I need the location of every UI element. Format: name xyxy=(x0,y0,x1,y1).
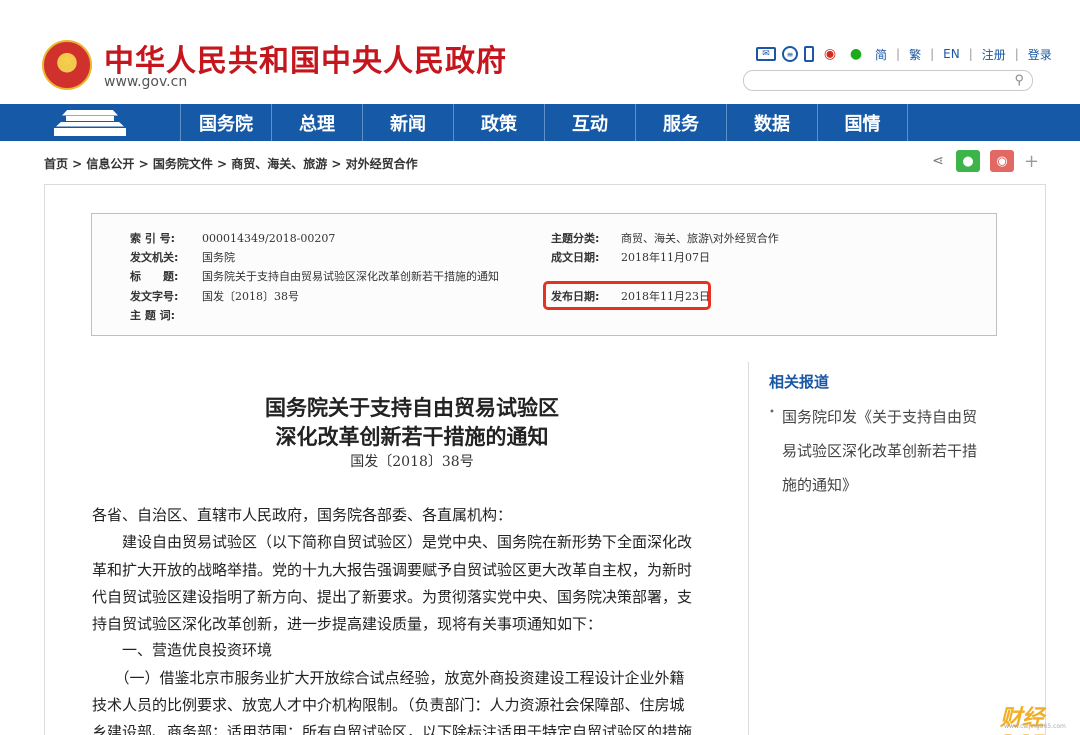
nav-home-logo[interactable] xyxy=(0,104,180,141)
breadcrumb[interactable]: 首页 > 信息公开 > 国务院文件 > 商贸、海关、旅游 > 对外经贸合作 xyxy=(44,155,418,172)
link-english[interactable]: EN xyxy=(940,47,963,61)
link-simplified[interactable]: 简 xyxy=(872,46,890,63)
main-nav: 国务院 总理 新闻 政策 互动 服务 数据 国情 xyxy=(0,104,1080,141)
article-title-line-2: 深化改革创新若干措施的通知 xyxy=(275,424,549,449)
separator: | xyxy=(1014,47,1019,61)
wechat-icon[interactable]: ● xyxy=(846,45,866,63)
weibo-share-button[interactable]: ◉ xyxy=(990,150,1014,172)
separator: | xyxy=(930,47,935,61)
link-traditional[interactable]: 繁 xyxy=(906,46,924,63)
tiananmen-icon xyxy=(54,109,126,136)
nav-item-premier[interactable]: 总理 xyxy=(271,104,362,141)
share-icon[interactable]: ⋖ xyxy=(930,153,946,169)
article-paragraph: 革和扩大开放的战略举措。党的十九大报告强调要赋予自贸试验区更大改革自主权，为新时 xyxy=(92,561,693,579)
top-tools: ✉ ≡ ◉ ● 简 | 繁 | EN | 注册 | 登录 xyxy=(756,44,1055,64)
article-paragraph: 建设自由贸易试验区（以下简称自贸试验区）是党中央、国务院在新形势下全面深化改 xyxy=(92,533,693,551)
meta-title: 标 题: 国务院关于支持自由贸易试验区深化改革创新若干措施的通知 xyxy=(130,270,499,283)
article-section-heading: 一、营造优良投资环境 xyxy=(92,641,273,659)
meta-doc-no: 发文字号: 国发〔2018〕38号 xyxy=(130,290,299,303)
related-reports-sidebar: 相关报道 • 国务院印发《关于支持自由贸 易试验区深化改革创新若干措 施的通知》 xyxy=(748,362,994,735)
meta-category: 主题分类: 商贸、海关、旅游\对外经贸合作 xyxy=(551,232,779,245)
meta-keywords: 主 题 词: xyxy=(130,309,176,322)
meta-index-no: 索 引 号: 000014349/2018-00207 xyxy=(130,232,336,245)
nav-item-state-council[interactable]: 国务院 xyxy=(180,104,271,141)
search-icon[interactable]: ⚲ xyxy=(1014,73,1024,88)
mobile-icon[interactable] xyxy=(804,46,814,62)
article-paragraph: 乡建设部、商务部；适用范围：所有自贸试验区，以下除标注适用于特定自贸试验区的措施 xyxy=(92,723,693,735)
article-paragraph: 代自贸试验区建设指明了新方向、提出了新要求。为贯彻落实党中央、国务院决策部署，支 xyxy=(92,588,693,606)
article-paragraph: 各省、自治区、直辖市人民政府，国务院各部委、各直属机构： xyxy=(92,506,513,524)
nav-item-services[interactable]: 服务 xyxy=(635,104,726,141)
related-report-link[interactable]: 国务院印发《关于支持自由贸 易试验区深化改革创新若干措 施的通知》 xyxy=(782,400,992,502)
nav-item-policy[interactable]: 政策 xyxy=(453,104,544,141)
meta-created-date: 成文日期: 2018年11月07日 xyxy=(551,251,710,264)
article-paragraph: （一）借鉴北京市服务业扩大开放综合试点经验，放宽外商投资建设工程设计企业外籍 xyxy=(92,669,685,687)
link-register[interactable]: 注册 xyxy=(979,46,1009,63)
article-title-line-1: 国务院关于支持自由贸易试验区 xyxy=(265,395,559,420)
nav-item-news[interactable]: 新闻 xyxy=(362,104,453,141)
nav-item-national-info[interactable]: 国情 xyxy=(817,104,908,141)
mail-icon[interactable]: ✉ xyxy=(756,47,776,61)
search-input[interactable]: ⚲ xyxy=(743,70,1033,91)
weibo-icon[interactable]: ◉ xyxy=(820,45,840,63)
article-doc-number: 国发〔2018〕38号 xyxy=(350,454,474,470)
link-login[interactable]: 登录 xyxy=(1025,46,1055,63)
published-date-highlight xyxy=(543,281,711,310)
nav-item-interaction[interactable]: 互动 xyxy=(544,104,635,141)
related-reports-title: 相关报道 xyxy=(769,373,830,391)
watermark-url: www.caijing365.com xyxy=(1004,723,1066,730)
plus-icon[interactable]: + xyxy=(1024,151,1039,172)
bullet-icon: • xyxy=(769,407,775,418)
separator: | xyxy=(896,47,901,61)
nav-item-data[interactable]: 数据 xyxy=(726,104,817,141)
site-header: 中华人民共和国中央人民政府 www.gov.cn ✉ ≡ ◉ ● 简 | 繁 |… xyxy=(0,0,1080,104)
site-url[interactable]: www.gov.cn xyxy=(104,74,187,90)
meta-issuer: 发文机关: 国务院 xyxy=(130,251,235,264)
share-tools: ⋖ ● ◉ + xyxy=(930,150,1039,172)
rss-icon[interactable]: ≡ xyxy=(782,46,798,62)
article-paragraph: 持自贸试验区深化改革创新，进一步提高建设质量，现将有关事项通知如下： xyxy=(92,615,603,633)
separator: | xyxy=(968,47,973,61)
article-paragraph: 技术人员的比例要求、放宽人才中介机构限制。（负责部门：人力资源社会保障部、住房城 xyxy=(92,696,685,714)
national-emblem-icon[interactable] xyxy=(42,40,92,90)
wechat-share-button[interactable]: ● xyxy=(956,150,980,172)
